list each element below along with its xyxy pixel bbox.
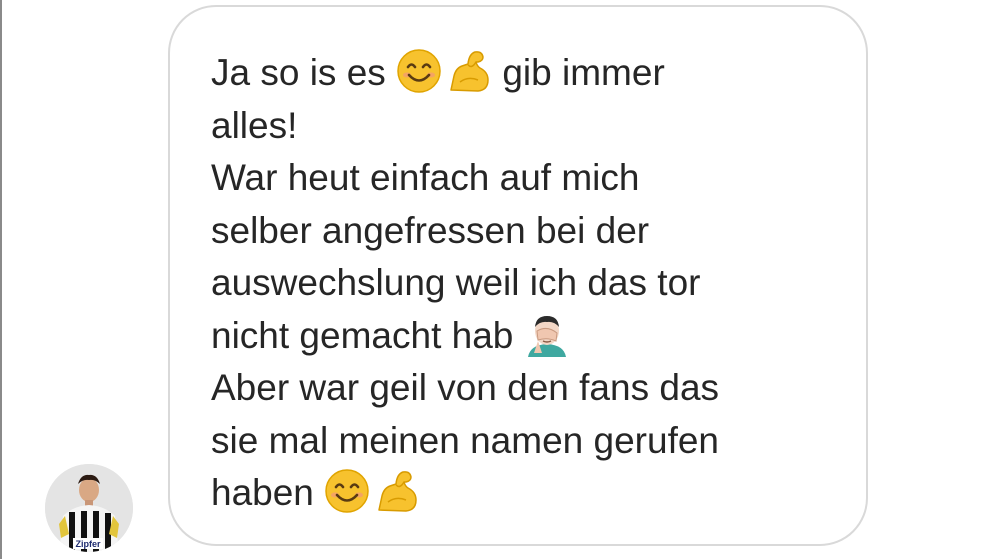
message-line-text: haben (211, 472, 325, 513)
player-photo: Zipfer (45, 464, 133, 552)
message-line-text: gib immer (492, 52, 665, 93)
message-line: Aber war geil von den fans das (211, 362, 841, 415)
message-line-text: selber angefressen bei der (211, 209, 650, 251)
message-text: Ja so is es gib immer alles! War heut einf… (211, 47, 841, 520)
message-line-text: alles! (211, 104, 298, 146)
message-line: sie mal meinen namen gerufen (211, 415, 841, 468)
message-line: selber angefressen bei der (211, 205, 841, 258)
message-line-text: sie mal meinen namen gerufen (211, 419, 720, 461)
window-left-edge (0, 0, 2, 559)
man-facepalming-icon (527, 315, 566, 357)
smiling-face-icon (325, 469, 369, 513)
message-line: War heut einfach auf mich (211, 152, 841, 205)
message-line-text: War heut einfach auf mich (211, 157, 640, 198)
message-line-text: nicht gemacht hab (211, 314, 524, 356)
flexed-biceps-icon (450, 51, 489, 92)
message-line-text: Ja so is es (211, 52, 397, 93)
message-line: nicht gemacht hab (211, 310, 841, 363)
message-line: alles! (211, 100, 841, 153)
smiling-face-icon (397, 49, 441, 93)
message-line-text: Aber war geil von den fans das (211, 367, 720, 408)
message-line-text: auswechslung weil ich das tor (211, 262, 701, 303)
message-line: haben (211, 467, 841, 520)
avatar[interactable]: Zipfer (45, 464, 133, 552)
message-line: auswechslung weil ich das tor (211, 257, 841, 310)
message-line: Ja so is es gib immer (211, 47, 841, 100)
flexed-biceps-icon (378, 471, 417, 512)
sponsor-text: Zipfer (75, 539, 100, 549)
